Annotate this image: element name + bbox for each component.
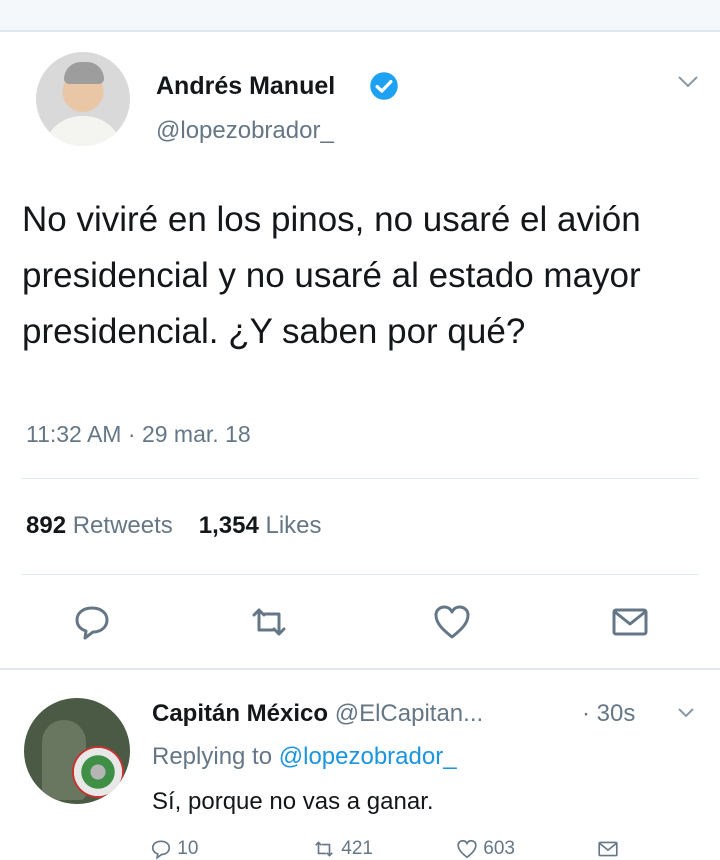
- avatar-shirt: [42, 116, 124, 146]
- section-separator: [0, 668, 720, 670]
- reply-icon[interactable]: [72, 602, 112, 642]
- like-count: 603: [483, 838, 515, 859]
- retweets-label: Retweets: [72, 512, 173, 539]
- chevron-down-icon[interactable]: [676, 705, 696, 721]
- divider: [22, 478, 698, 479]
- reply-header: Capitán México @ElCapitan...: [152, 700, 483, 728]
- replying-to: Replying to @lopezobrador_: [152, 743, 457, 771]
- tweet-time: 11:32 AM: [26, 421, 122, 447]
- likes-label: Likes: [265, 512, 322, 539]
- likes-stat[interactable]: 1,354 Likes: [199, 512, 322, 539]
- author-handle[interactable]: @lopezobrador_: [156, 117, 334, 145]
- author-avatar[interactable]: [36, 52, 130, 146]
- replying-mention[interactable]: @lopezobrador_: [279, 743, 457, 770]
- reply-author-handle[interactable]: @ElCapitan...: [335, 700, 483, 727]
- envelope-icon[interactable]: [610, 602, 650, 642]
- reply-time[interactable]: · 30s: [582, 700, 635, 728]
- top-bar: [0, 0, 720, 32]
- retweets-stat[interactable]: 892 Retweets: [26, 512, 173, 539]
- reply-count: 10: [177, 838, 199, 859]
- retweet-count: 421: [341, 838, 373, 859]
- author-name[interactable]: Andrés Manuel: [156, 72, 335, 101]
- tweet-text: No viviré en los pinos, no usaré el avió…: [22, 200, 641, 351]
- likes-count: 1,354: [198, 512, 259, 539]
- divider: [22, 574, 698, 575]
- avatar-hair: [64, 62, 104, 84]
- meta-separator: ·: [127, 421, 136, 447]
- tweet-date: 29 mar. 18: [141, 421, 251, 447]
- retweets-count: 892: [26, 512, 67, 539]
- replying-prefix: Replying to: [152, 743, 273, 770]
- chevron-down-icon[interactable]: [676, 72, 700, 92]
- retweet-icon[interactable]: [249, 602, 289, 642]
- engagement-stats: 892 Retweets 1,354 Likes: [26, 512, 322, 540]
- reply-text: Sí, porque no vas a ganar.: [152, 788, 434, 815]
- heart-icon[interactable]: [432, 602, 472, 642]
- verified-badge-icon: [370, 72, 398, 100]
- tweet-timestamp[interactable]: 11:32 AM · 29 mar. 18: [26, 421, 251, 448]
- reply-author-avatar[interactable]: [24, 698, 130, 804]
- avatar-shield: [72, 746, 124, 798]
- reply-author-name[interactable]: Capitán México: [152, 700, 328, 727]
